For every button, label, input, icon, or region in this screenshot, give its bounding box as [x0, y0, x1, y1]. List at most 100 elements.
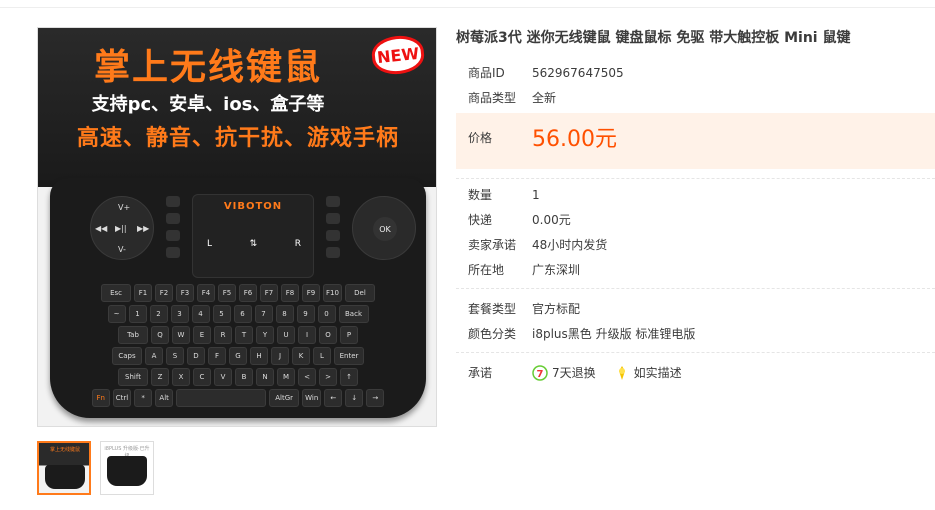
color-label: 颜色分类 — [468, 327, 517, 341]
right-click-label: R — [294, 239, 301, 249]
guarantee-label: 承诺 — [468, 366, 493, 380]
price-value: 56.00元 — [532, 127, 617, 152]
location-label: 所在地 — [468, 263, 505, 277]
left-function-keys — [166, 196, 180, 258]
quantity-label: 数量 — [468, 188, 493, 202]
keyboard-key: Del — [344, 284, 375, 302]
touchpad: VIBOTON L ⇅ R — [192, 194, 314, 278]
divider — [456, 288, 935, 289]
thumbnail-keyboard — [45, 465, 85, 489]
keyboard-key: K — [292, 347, 310, 365]
product-info-panel: 树莓派3代 迷你无线键鼠 键盘鼠标 免驱 带大触控板 Mini 鼠键 商品ID … — [456, 26, 935, 381]
banner-title: 掌上无线键鼠 — [93, 47, 322, 88]
keyboard-key: T — [235, 326, 253, 344]
keyboard-key: ~ — [107, 305, 126, 323]
package-option[interactable]: 官方标配 — [532, 300, 580, 317]
main-product-image[interactable]: 掌上无线键鼠 N EW 支持pc、安卓、ios、盒子等 高速、静音、抗干扰、游戏手… — [37, 27, 437, 427]
as-described-label: 如实描述 — [633, 366, 682, 380]
product-type-value: 全新 — [532, 91, 557, 105]
shipping-value: 0.00元 — [532, 213, 571, 227]
as-described[interactable]: 如实描述 — [614, 364, 682, 381]
package-label: 套餐类型 — [468, 302, 517, 316]
keyboard-key: F2 — [155, 284, 174, 302]
keyboard-key: AltGr — [269, 389, 300, 407]
keyboard-key: F10 — [323, 284, 342, 302]
color-row: 颜色分类 i8plus黑色 升级版 标准锂电版 — [456, 325, 695, 342]
thumbnail-1[interactable]: 掌上无线键鼠 — [37, 441, 91, 495]
keyboard-key: 7 — [254, 305, 273, 323]
right-function-keys — [326, 196, 340, 258]
package-row: 套餐类型 官方标配 — [456, 300, 580, 317]
keyboard-key: S — [166, 347, 184, 365]
keyboard-row: Tab Q W E R T Y U I O P — [68, 326, 408, 344]
media-control-pad: V+ V- ◀◀ ▶|| ▶▶ — [90, 196, 154, 260]
product-type-label: 商品类型 — [468, 91, 517, 105]
keyboard-key: Enter — [334, 347, 364, 365]
keyboard-key: Z — [151, 368, 169, 386]
keyboard-key: ↑ — [340, 368, 358, 386]
keyboard-key: Fn — [91, 389, 110, 407]
keyboard-key: B — [235, 368, 253, 386]
touchpad-gestures: L ⇅ R — [207, 239, 301, 249]
keyboard-row: ~1 2 3 4 5 6 7 8 9 0 Back — [68, 305, 408, 323]
keyboard-illustration: V+ V- ◀◀ ▶|| ▶▶ VIBOTON L ⇅ R OK Esc F1 F2… — [50, 178, 426, 418]
keyboard-row: Fn Ctrl * Alt AltGr Win ← ↓ → — [68, 389, 408, 407]
keyboard-key: F4 — [197, 284, 216, 302]
svg-text:7: 7 — [537, 369, 544, 380]
keyboard-key: N — [256, 368, 274, 386]
keyboard-key: 6 — [233, 305, 252, 323]
keyboard-key: I — [298, 326, 316, 344]
keyboard-key: F1 — [134, 284, 153, 302]
keyboard-key: Win — [302, 389, 322, 407]
shipping-label: 快递 — [468, 213, 493, 227]
thumbnail-keyboard — [107, 456, 147, 486]
keyboard-key: 0 — [317, 305, 336, 323]
keyboard-key: F — [208, 347, 226, 365]
thumbnail-caption: 掌上无线键鼠 — [49, 447, 80, 453]
product-id-row: 商品ID 562967647505 — [456, 64, 624, 81]
keyboard-key: P — [340, 326, 358, 344]
keyboard-key: 2 — [149, 305, 168, 323]
keyboard-key: → — [366, 389, 385, 407]
product-title: 树莓派3代 迷你无线键鼠 键盘鼠标 免驱 带大触控板 Mini 鼠键 — [456, 30, 851, 46]
keyboard-key: W — [172, 326, 190, 344]
divider — [456, 352, 935, 353]
keyboard-keys: Esc F1 F2 F3 F4 F5 F6 F7 F8 F9 F10 Del ~1 2 3 4 5 6 7 8 9 0 Ba… — [68, 284, 408, 410]
keyboard-key: M — [277, 368, 295, 386]
keyboard-key: Esc — [101, 284, 132, 302]
color-option[interactable]: i8plus黑色 升级版 标准锂电版 — [532, 325, 695, 342]
keyboard-key: F9 — [302, 284, 321, 302]
seller-promise-value: 48小时内发货 — [532, 238, 608, 252]
keyboard-key: Y — [256, 326, 274, 344]
keyboard-key: Shift — [118, 368, 148, 386]
seven-day-return-icon: 7 — [532, 364, 548, 381]
keyboard-top-area: V+ V- ◀◀ ▶|| ▶▶ VIBOTON L ⇅ R OK — [60, 184, 416, 280]
keyboard-key: Caps — [112, 347, 142, 365]
seven-day-return[interactable]: 7 7天退换 — [532, 364, 596, 381]
location-value: 广东深圳 — [532, 263, 581, 277]
keyboard-key: ← — [324, 389, 343, 407]
keyboard-key: A — [145, 347, 163, 365]
next-track-icon: ▶▶ — [137, 224, 150, 233]
keyboard-key: * — [134, 389, 153, 407]
volume-down-label: V- — [118, 245, 126, 254]
left-click-label: L — [207, 239, 213, 249]
keyboard-row: Shift Z X C V B N M < > ↑ — [68, 368, 408, 386]
price-label: 价格 — [468, 131, 493, 145]
keyboard-key: ↓ — [345, 389, 364, 407]
keyboard-key: 1 — [128, 305, 147, 323]
prev-track-icon: ◀◀ — [95, 224, 108, 233]
keyboard-key: Ctrl — [112, 389, 132, 407]
scroll-label: ⇅ — [249, 239, 258, 249]
keyboard-key: J — [271, 347, 289, 365]
keyboard-key: V — [214, 368, 232, 386]
keyboard-key: G — [229, 347, 247, 365]
quantity-row: 数量 1 — [456, 186, 540, 203]
keyboard-key: < — [298, 368, 316, 386]
keyboard-key: D — [187, 347, 205, 365]
quantity-value: 1 — [532, 187, 540, 202]
keyboard-key: Q — [151, 326, 169, 344]
thumbnail-2[interactable]: i8PLUS 升级版·已升级 — [100, 441, 154, 495]
guarantee-row: 承诺 7 7天退换 如实描述 — [456, 364, 700, 381]
product-type-row: 商品类型 全新 — [456, 89, 556, 106]
